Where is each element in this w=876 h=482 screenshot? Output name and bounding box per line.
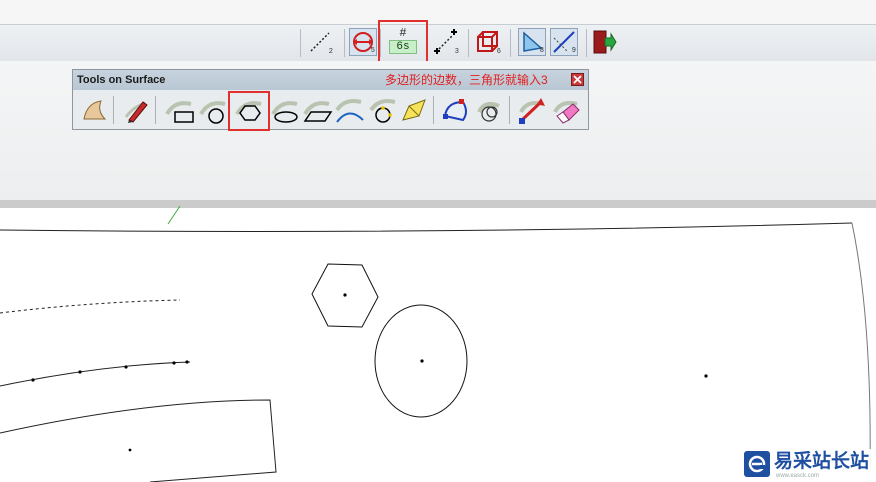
site-logo-icon (744, 451, 770, 477)
arc-tool-button[interactable] (335, 95, 365, 125)
reconnect-icon (519, 98, 545, 124)
curve-point (31, 378, 35, 382)
hexagon-center (343, 293, 347, 297)
lone-point (704, 374, 708, 378)
arc-icon (335, 99, 364, 123)
circle-center (420, 359, 424, 363)
eraser-tool-button[interactable] (551, 95, 581, 125)
surface-plane (0, 223, 876, 482)
panel-close-button[interactable] (571, 73, 584, 86)
ellipse-icon (271, 101, 298, 123)
circle-tool-button[interactable] (199, 95, 229, 125)
ellipse-tool-button[interactable] (271, 95, 301, 125)
fill-icon (402, 99, 426, 121)
curve-point (124, 365, 128, 369)
panel-title: Tools on Surface (77, 74, 166, 86)
panel-separator (155, 96, 156, 124)
polygon-tool-highlight-box (228, 91, 270, 131)
loop-tool-button[interactable] (475, 95, 505, 125)
project-icon (443, 99, 467, 122)
fill-tool-button[interactable] (399, 95, 429, 125)
parallelogram-icon (303, 101, 333, 122)
project-tool-button[interactable] (441, 95, 471, 125)
circle-icon (199, 101, 226, 124)
panel-separator (509, 96, 510, 124)
pencil-tool-button[interactable] (121, 95, 151, 125)
watermark-url: www.easck.com (776, 473, 820, 479)
eraser-icon (553, 101, 580, 124)
surface-tool-button[interactable] (79, 95, 109, 125)
annotation-note: 多边形的边数，三角形就输入3 (385, 73, 548, 87)
offset-circle-tool-button[interactable] (369, 95, 399, 125)
green-axis-line (167, 205, 181, 225)
pencil-icon (124, 101, 148, 123)
watermark-brand: 易采站长站 (774, 450, 870, 472)
panel-separator (433, 96, 434, 124)
curve-point (78, 370, 82, 374)
panel-separator (113, 96, 114, 124)
close-icon (573, 75, 582, 84)
parallelogram-tool-button[interactable] (303, 95, 333, 125)
curve-point (172, 361, 176, 365)
loop-icon (477, 102, 500, 122)
reconnect-tool-button[interactable] (517, 95, 547, 125)
e-logo-icon (748, 455, 766, 473)
panel-tool-row (73, 92, 588, 128)
rectangle-tool-button[interactable] (165, 95, 195, 125)
curve-point (185, 360, 189, 364)
tools-on-surface-panel: Tools on Surface 多边形的边数，三角形就输入3 (72, 69, 589, 130)
patch-point (128, 448, 132, 452)
rectangle-icon (165, 101, 194, 123)
panel-titlebar[interactable]: Tools on Surface 多边形的边数，三角形就输入3 (73, 70, 588, 90)
surface-icon (83, 100, 107, 120)
offset-circle-icon (369, 99, 396, 123)
site-watermark: 易采站长站 www.easck.com (742, 449, 876, 482)
